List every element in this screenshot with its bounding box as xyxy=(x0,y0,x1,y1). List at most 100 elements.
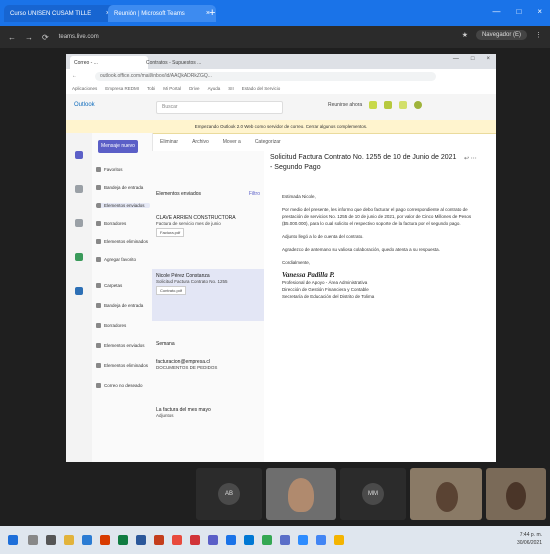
folder-item[interactable]: Borradores xyxy=(96,323,150,328)
more-icon[interactable]: ⋯ xyxy=(471,156,477,162)
clock-time: 7:44 p. m. xyxy=(519,532,542,538)
zoom-icon[interactable] xyxy=(298,535,308,545)
attachment-chip[interactable]: Contrato.pdf xyxy=(156,286,187,295)
participant-tile[interactable]: MM xyxy=(340,468,406,520)
pdf-icon[interactable] xyxy=(172,535,182,545)
bookmark-item[interactable]: Estado del Servicio xyxy=(242,86,281,91)
bookmark-item[interactable]: Aplicaciones xyxy=(72,86,97,91)
folder-item[interactable]: Correo no deseado xyxy=(96,383,150,388)
list-item[interactable]: Nicole Pérez Constanza Solicitud Factura… xyxy=(152,269,264,321)
calendar-icon[interactable] xyxy=(75,185,83,193)
list-item[interactable]: facturacion@empresa.cl DOCUMENTOS DE PED… xyxy=(152,355,264,395)
reply-icon[interactable]: ↩ xyxy=(464,156,469,162)
chevron-down-icon xyxy=(96,283,101,288)
teams-icon[interactable] xyxy=(369,101,378,109)
word-icon[interactable] xyxy=(136,535,146,545)
menu-icon[interactable]: ⋮ xyxy=(535,31,542,39)
close-window-icon[interactable]: × xyxy=(486,56,490,62)
maximize-icon[interactable]: □ xyxy=(471,56,475,62)
search-input[interactable]: Buscar xyxy=(156,101,283,114)
system-tray[interactable]: 7:44 p. m. 30/06/2021 xyxy=(517,531,542,547)
search-icon[interactable] xyxy=(28,535,38,545)
attachment-chip[interactable]: Factura.pdf xyxy=(156,228,185,237)
list-item[interactable]: Semana xyxy=(152,337,264,351)
mail-icon[interactable] xyxy=(75,151,83,159)
archive-button[interactable]: Archivo xyxy=(192,139,209,145)
back-icon[interactable]: ← xyxy=(8,33,16,42)
folder-item[interactable]: Borradores xyxy=(96,221,150,226)
delete-button[interactable]: Eliminar xyxy=(160,139,178,145)
folder-label: Elementos eliminados xyxy=(104,363,149,368)
edge-icon[interactable] xyxy=(244,535,254,545)
participant-video-tile[interactable] xyxy=(410,468,482,520)
signature-line: Secretaría de Educación del Distrito de … xyxy=(282,294,375,299)
filter-button[interactable]: Filtro xyxy=(249,191,260,197)
teams-icon[interactable] xyxy=(208,535,218,545)
folder-item[interactable]: Carpetas xyxy=(96,283,150,288)
new-tab-icon[interactable]: + xyxy=(209,7,215,19)
files-icon[interactable] xyxy=(75,287,83,295)
chrome-icon[interactable] xyxy=(226,535,236,545)
minimize-icon[interactable]: — xyxy=(453,56,459,62)
app-icon[interactable] xyxy=(334,535,344,545)
extension-icon[interactable]: ★ xyxy=(462,31,468,39)
back-icon[interactable]: ← xyxy=(72,73,77,79)
app-icon[interactable] xyxy=(262,535,272,545)
folder-item[interactable]: Bandeja de entrada xyxy=(96,303,150,308)
folder-item[interactable]: Elementos eliminados xyxy=(96,239,150,244)
categorize-button[interactable]: Categorizar xyxy=(255,139,281,145)
move-button[interactable]: Mover a xyxy=(223,139,241,145)
participant-tile[interactable]: AB xyxy=(196,468,262,520)
avatar[interactable] xyxy=(414,101,423,109)
meet-now-button[interactable]: Reunirse ahora xyxy=(328,102,362,108)
minimize-icon[interactable]: — xyxy=(492,7,500,16)
app-icon[interactable] xyxy=(190,535,200,545)
participant-video-tile[interactable] xyxy=(266,468,336,520)
forward-icon[interactable]: → xyxy=(25,33,33,42)
outer-tab-2[interactable]: Reunión | Microsoft Teams × xyxy=(108,5,216,22)
bookmark-item[interactable]: Empresa REDMI xyxy=(105,86,139,91)
app-icon[interactable] xyxy=(280,535,290,545)
settings-icon[interactable] xyxy=(384,101,393,109)
folder-label: Borradores xyxy=(104,221,127,226)
inner-url-field[interactable]: outlook.office.com/mail/inbox/id/AAQkADR… xyxy=(95,71,436,81)
junk-icon xyxy=(96,383,101,388)
close-window-icon[interactable]: × xyxy=(537,7,542,16)
file-explorer-icon[interactable] xyxy=(64,535,74,545)
new-mail-button[interactable]: Mensaje nuevo xyxy=(98,140,138,153)
people-icon[interactable] xyxy=(75,219,83,227)
folder-item[interactable]: Elementos enviados xyxy=(96,203,150,208)
list-item[interactable]: CLAVE ARRIEN CONSTRUCTORA Factura de ser… xyxy=(152,211,264,259)
bookmark-item[interactable]: Tobi xyxy=(147,86,155,91)
excel-icon[interactable] xyxy=(118,535,128,545)
folder-item[interactable]: Elementos enviados xyxy=(96,343,150,348)
reload-icon[interactable]: ⟳ xyxy=(42,33,49,42)
folder-item[interactable]: Favoritos xyxy=(96,167,150,172)
todo-icon[interactable] xyxy=(75,253,83,261)
bookmark-item[interactable]: Ayuda xyxy=(208,86,221,91)
powerpoint-icon[interactable] xyxy=(154,535,164,545)
chrome-icon[interactable] xyxy=(316,535,326,545)
bookmark-item[interactable]: SII xyxy=(228,86,234,91)
office-icon[interactable] xyxy=(100,535,110,545)
folder-item[interactable]: Agregar favorito xyxy=(96,257,150,262)
inner-tab-2[interactable]: Contratos - Supuestos ... xyxy=(142,56,230,69)
bookmark-item[interactable]: Drive xyxy=(189,86,200,91)
folder-item[interactable]: Bandeja de entrada xyxy=(96,185,150,190)
task-view-icon[interactable] xyxy=(46,535,56,545)
outer-tab-1[interactable]: Curso UNISEN CUSAM TILLE× xyxy=(4,5,116,22)
inner-tab-1[interactable]: Correo - ... xyxy=(70,56,148,69)
participant-video-tile[interactable] xyxy=(486,468,546,520)
folder-item[interactable]: Elementos eliminados xyxy=(96,363,150,368)
profile-pill[interactable]: Navegador (E) xyxy=(475,30,527,40)
outer-url-field[interactable]: teams.live.com xyxy=(59,34,99,40)
bookmark-item[interactable]: Mi Portal xyxy=(163,86,181,91)
folder-label: Elementos enviados xyxy=(104,203,145,208)
help-icon[interactable] xyxy=(399,101,408,109)
section-label: Semana xyxy=(156,341,175,347)
mail-icon[interactable] xyxy=(82,535,92,545)
start-icon[interactable] xyxy=(8,535,18,545)
maximize-icon[interactable]: □ xyxy=(516,7,521,16)
list-item[interactable]: La factura del mes mayo Adjuntos xyxy=(152,403,264,443)
body-paragraph: Cordialmente, xyxy=(282,260,311,265)
